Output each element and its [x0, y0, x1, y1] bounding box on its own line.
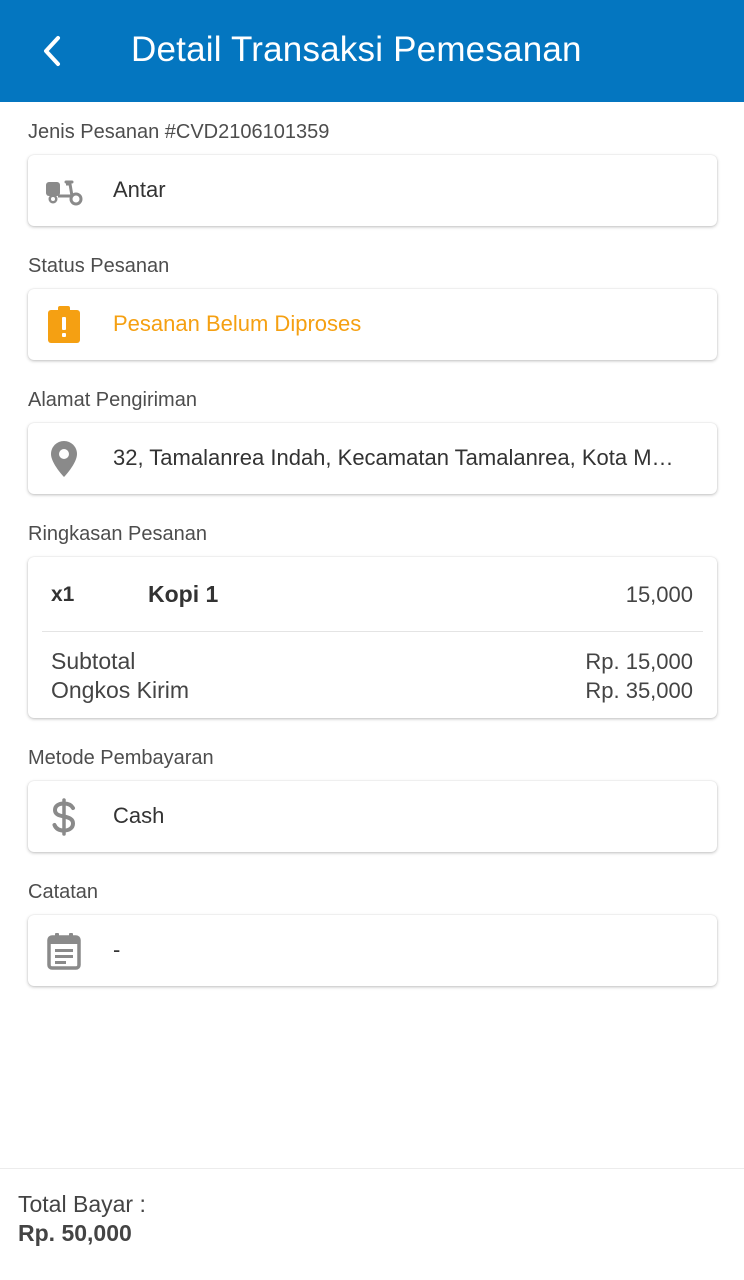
divider: [42, 631, 703, 632]
page-title: Detail Transaksi Pemesanan: [131, 30, 582, 69]
status-value: Pesanan Belum Diproses: [113, 311, 362, 336]
subtotal-value: Rp. 15,000: [585, 649, 693, 674]
clipboard-alert-icon: [44, 305, 84, 345]
payment-label: Metode Pembayaran: [28, 747, 214, 769]
dollar-icon: [44, 797, 84, 837]
summary-card: x1 Kopi 1 15,000 Subtotal Rp. 15,000 Ong…: [28, 557, 717, 718]
address-label: Alamat Pengiriman: [28, 389, 197, 411]
total-value: Rp. 50,000: [18, 1220, 132, 1246]
total-bar: Total Bayar : Rp. 50,000: [0, 1168, 744, 1280]
item-quantity: x1: [51, 583, 75, 606]
status-card: Pesanan Belum Diproses: [28, 289, 717, 360]
address-value: 32, Tamalanrea Indah, Kecamatan Tamalanr…: [113, 445, 677, 470]
order-type-card: Antar: [28, 155, 717, 226]
notes-label: Catatan: [28, 881, 99, 903]
notes-value: -: [113, 937, 121, 962]
total-label: Total Bayar :: [18, 1191, 146, 1217]
order-detail-screen: Detail Transaksi Pemesanan Jenis Pesanan…: [0, 0, 744, 1280]
notes-card: -: [28, 915, 717, 986]
map-pin-icon: [44, 439, 84, 479]
app-bar: Detail Transaksi Pemesanan: [0, 0, 744, 102]
item-price: 15,000: [625, 582, 693, 607]
order-type-value: Antar: [113, 177, 166, 202]
address-card: 32, Tamalanrea Indah, Kecamatan Tamalanr…: [28, 423, 717, 494]
payment-card: Cash: [28, 781, 717, 852]
item-name: Kopi 1: [148, 581, 219, 607]
shipping-label: Ongkos Kirim: [51, 677, 190, 703]
order-type-label: Jenis Pesanan #CVD2106101359: [28, 121, 330, 143]
shipping-value: Rp. 35,000: [585, 678, 693, 703]
status-label: Status Pesanan: [28, 255, 170, 277]
payment-value: Cash: [113, 803, 165, 828]
back-button[interactable]: [30, 26, 74, 76]
scooter-icon: [44, 171, 84, 211]
subtotal-label: Subtotal: [51, 648, 136, 674]
summary-label: Ringkasan Pesanan: [28, 523, 208, 545]
notes-icon: [44, 931, 84, 971]
chevron-left-icon: [44, 36, 60, 66]
